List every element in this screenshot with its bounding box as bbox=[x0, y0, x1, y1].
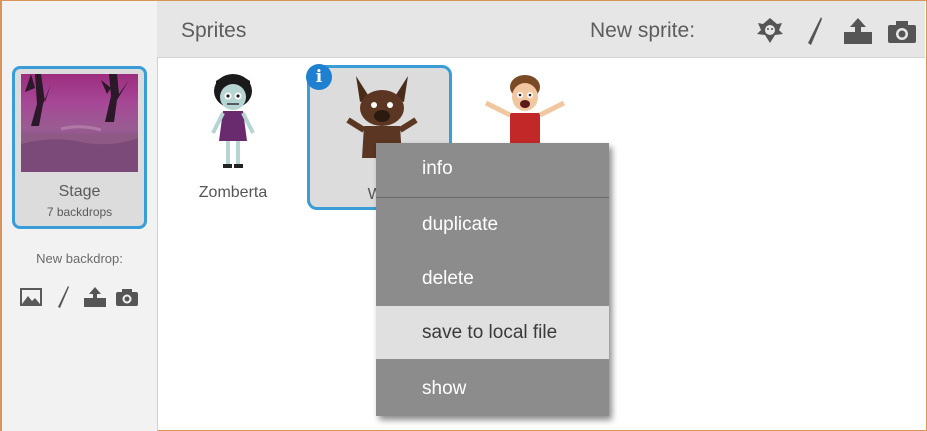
stage-label: Stage bbox=[58, 183, 101, 200]
stage-backdrop-thumbnail bbox=[21, 74, 138, 172]
new-backdrop-toolbar bbox=[18, 283, 140, 311]
sprite-tile[interactable]: Zomberta bbox=[163, 65, 303, 205]
paintbrush-icon[interactable] bbox=[798, 15, 830, 47]
new-backdrop-label: New backdrop: bbox=[36, 251, 123, 266]
sprites-title: Sprites bbox=[181, 19, 247, 42]
sprite-context-menu: info duplicate delete save to local file… bbox=[376, 143, 609, 416]
zomberta-costume bbox=[211, 74, 255, 168]
man-costume bbox=[484, 75, 566, 145]
menu-item-save-to-local-file[interactable]: save to local file bbox=[376, 306, 609, 359]
menu-item-info[interactable]: info bbox=[376, 147, 609, 191]
backdrop-count: 7 backdrops bbox=[46, 205, 113, 219]
upload-icon[interactable] bbox=[82, 284, 108, 310]
camera-icon[interactable] bbox=[114, 284, 140, 310]
new-sprite-label: New sprite: bbox=[590, 19, 696, 42]
sprite-library-icon[interactable] bbox=[754, 15, 786, 47]
sprites-header: Sprites New sprite: bbox=[157, 1, 925, 58]
upload-icon[interactable] bbox=[842, 15, 874, 47]
camera-icon[interactable] bbox=[886, 15, 918, 47]
stage-panel: Stage 7 backdrops New backdrop: bbox=[2, 1, 158, 431]
paintbrush-icon[interactable] bbox=[50, 284, 76, 310]
menu-separator bbox=[376, 197, 609, 198]
new-sprite-toolbar bbox=[754, 13, 918, 49]
info-icon[interactable]: i bbox=[306, 64, 332, 90]
menu-item-delete[interactable]: delete bbox=[376, 257, 609, 301]
stage-thumbnail-card[interactable]: Stage 7 backdrops bbox=[12, 66, 147, 229]
menu-item-duplicate[interactable]: duplicate bbox=[376, 203, 609, 247]
image-icon[interactable] bbox=[18, 284, 44, 310]
sprite-name: Zomberta bbox=[198, 184, 268, 201]
menu-item-show[interactable]: show bbox=[376, 367, 609, 411]
